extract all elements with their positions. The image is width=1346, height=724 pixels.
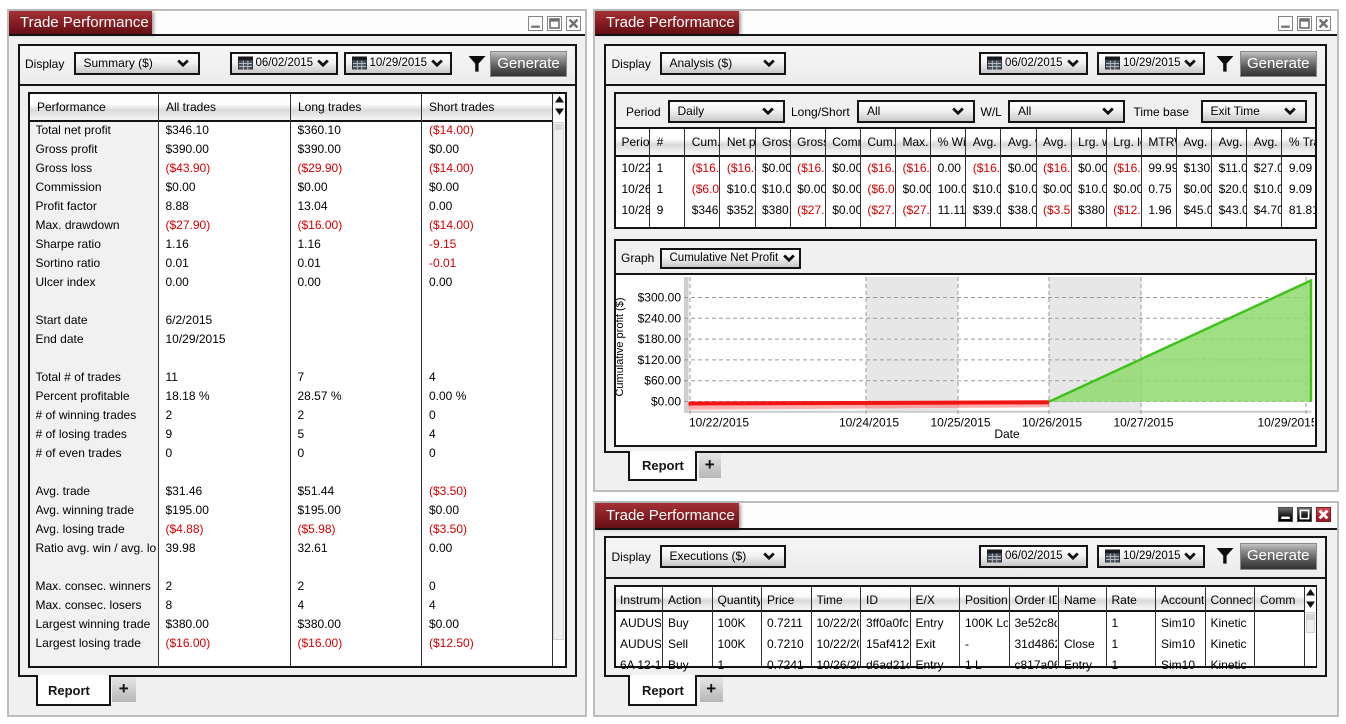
svg-text:$120.00: $120.00	[638, 353, 682, 367]
svg-text:10/25/2015: 10/25/2015	[930, 416, 990, 430]
svg-text:10/26/2015: 10/26/2015	[1022, 416, 1082, 430]
svg-text:Cumulative profit ($): Cumulative profit ($)	[616, 297, 626, 396]
svg-text:10/22/2015: 10/22/2015	[689, 416, 749, 430]
svg-text:10/27/2015: 10/27/2015	[1113, 416, 1173, 430]
svg-text:$60.00: $60.00	[644, 374, 681, 388]
svg-text:10/24/2015: 10/24/2015	[839, 416, 899, 430]
svg-text:$300.00: $300.00	[638, 291, 682, 305]
svg-text:$0.00: $0.00	[651, 395, 681, 409]
svg-text:$240.00: $240.00	[638, 311, 682, 325]
svg-text:Date: Date	[994, 427, 1020, 441]
svg-text:$180.00: $180.00	[638, 332, 682, 346]
svg-text:10/29/2015: 10/29/2015	[1257, 416, 1314, 430]
